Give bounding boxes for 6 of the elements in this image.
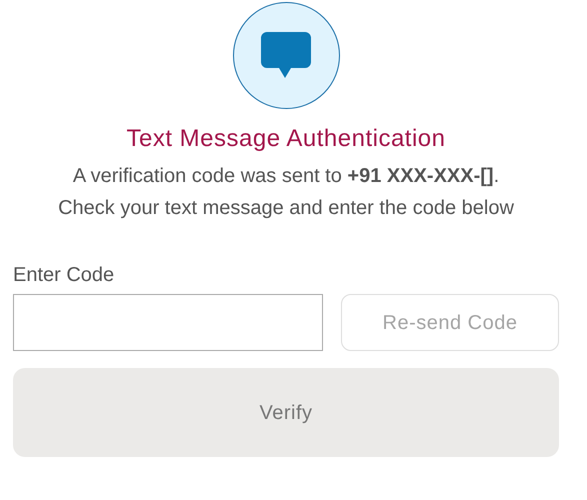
instruction-text: Check your text message and enter the code below	[57, 196, 515, 221]
chat-bubble-icon	[261, 32, 311, 80]
page-title: Text Message Authentication	[125, 124, 447, 154]
code-input-field[interactable]	[13, 294, 323, 351]
field-label: Enter Code	[13, 263, 114, 288]
instruction-text: A verification code was sent to +91 XXX-XXX-[].	[72, 164, 500, 189]
